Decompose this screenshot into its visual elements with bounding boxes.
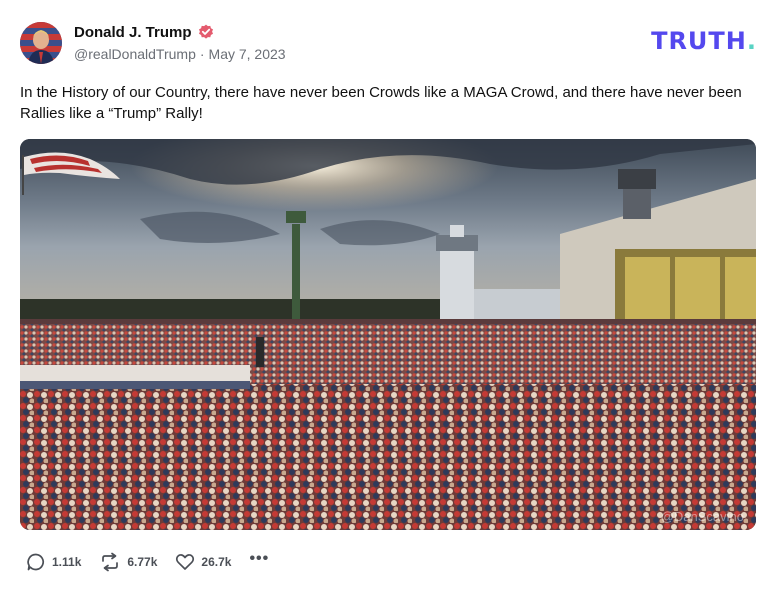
post-image[interactable]: @DanScavino (20, 139, 756, 530)
more-options-button[interactable]: ••• (249, 551, 269, 567)
verified-badge-icon (198, 24, 214, 40)
retruth-button[interactable]: 6.77k (99, 552, 157, 572)
author-meta: @realDonaldTrump · May 7, 2023 (74, 46, 286, 62)
author-handle[interactable]: @realDonaldTrump (74, 46, 196, 62)
like-count: 26.7k (201, 555, 232, 569)
post-text: In the History of our Country, there hav… (20, 84, 742, 122)
post-actions-bar: 1.11k 6.77k 26.7k ••• (26, 551, 287, 572)
reply-button[interactable]: 1.11k (26, 552, 81, 572)
truth-social-logo[interactable]: TRUTH. (651, 27, 757, 55)
like-button[interactable]: 26.7k (175, 552, 231, 572)
heart-icon (175, 552, 195, 572)
reply-icon (26, 552, 46, 572)
more-options-icon: ••• (249, 550, 270, 567)
author-name-row: Donald J. Trump (74, 22, 214, 42)
brand-logo-text: TRUTH (651, 27, 747, 55)
image-watermark: @DanScavino (660, 509, 744, 524)
meta-separator: · (199, 46, 205, 62)
brand-logo-dot: . (746, 27, 757, 55)
retruth-count: 6.77k (127, 555, 158, 569)
author-display-name[interactable]: Donald J. Trump (74, 24, 192, 41)
retruth-icon (99, 552, 121, 572)
avatar[interactable] (20, 22, 62, 64)
reply-count: 1.11k (52, 555, 82, 569)
post-date[interactable]: May 7, 2023 (209, 46, 286, 62)
